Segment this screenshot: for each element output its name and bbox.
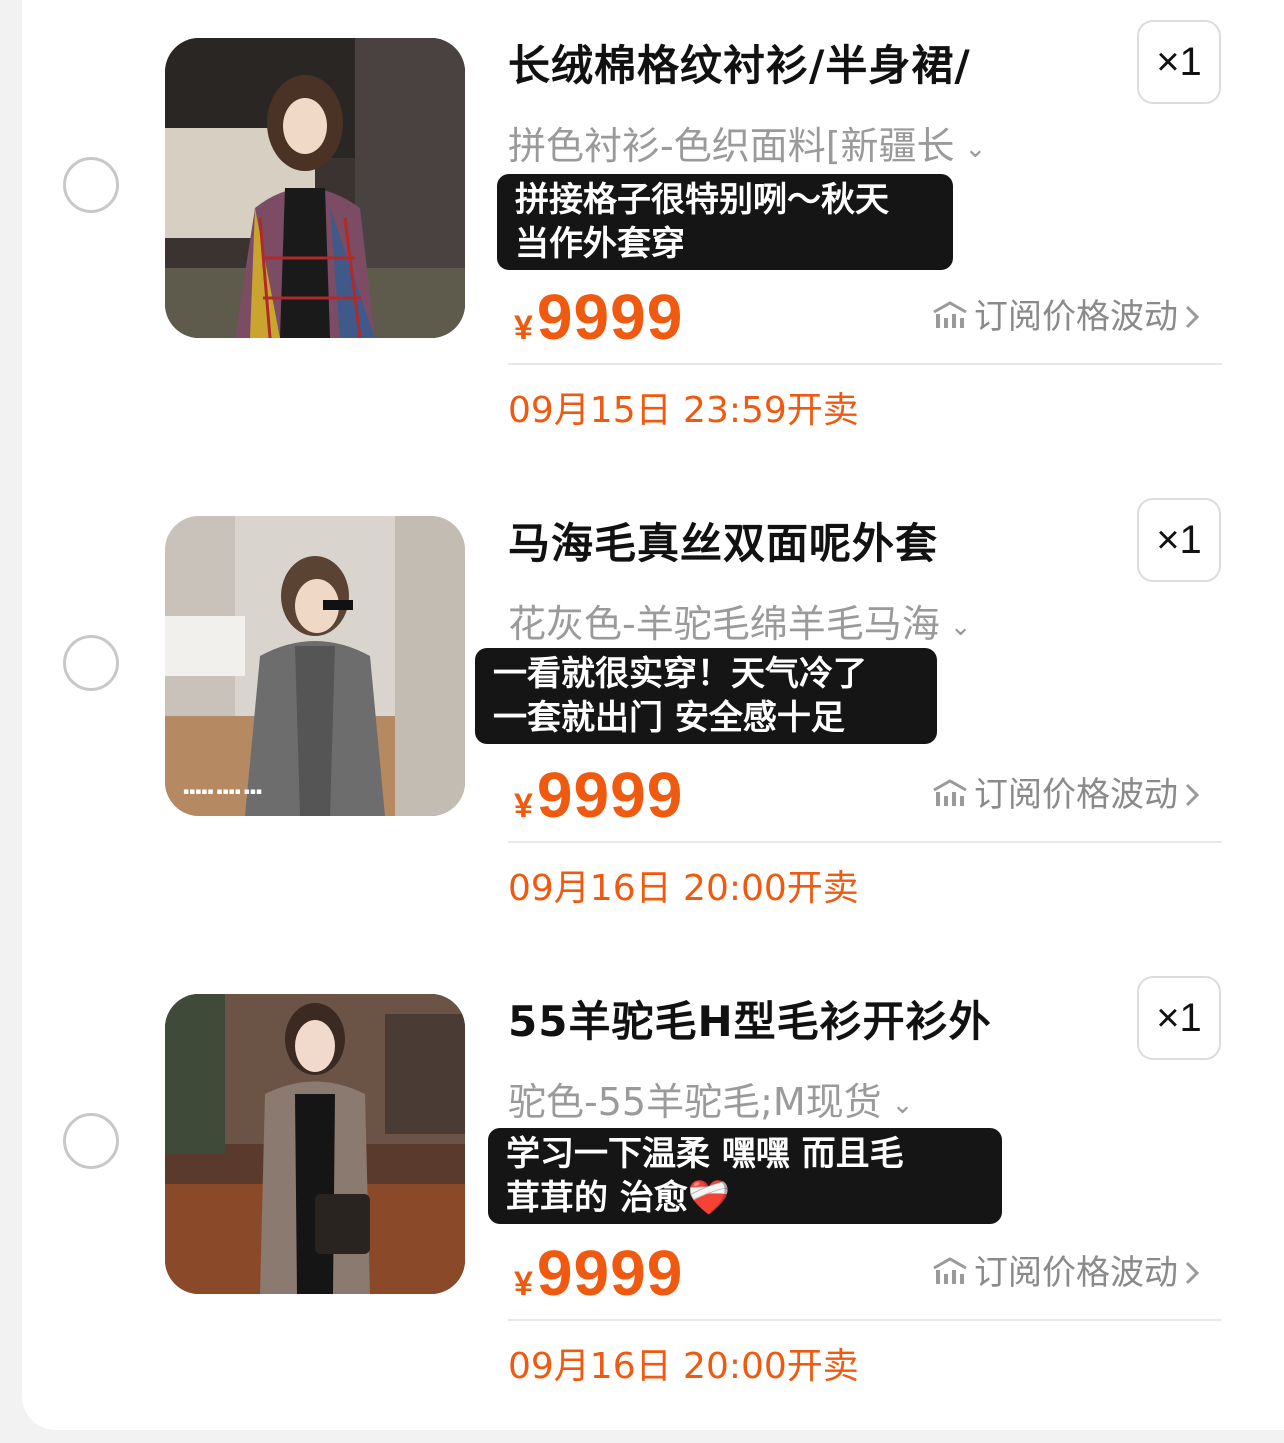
chevron-down-icon: ⌄ — [964, 133, 987, 164]
comment-line: 学习一下温柔 嘿嘿 而且毛 — [506, 1134, 904, 1174]
spec-text: 拼色衬衫-色织面料[新疆长 — [508, 124, 955, 168]
price: ¥9999 — [514, 758, 683, 832]
comment-line: 一看就很实穿！天气冷了 — [493, 654, 867, 694]
spec-text: 花灰色-羊驼毛绵羊毛马海 — [508, 602, 940, 646]
sale-time: 09月16日 20:00开卖 — [508, 868, 859, 909]
select-radio[interactable] — [63, 157, 119, 213]
spec-selector[interactable]: 花灰色-羊驼毛绵羊毛马海 ⌄ — [508, 596, 972, 652]
subscribe-label: 订阅价格波动 — [974, 1253, 1178, 1293]
divider — [508, 1319, 1222, 1321]
subscribe-price-button[interactable]: 订阅价格波动 — [932, 1248, 1200, 1298]
select-radio[interactable] — [63, 635, 119, 691]
quantity-button[interactable]: ×1 — [1137, 20, 1221, 104]
price-value: 9999 — [536, 281, 684, 353]
subscribe-price-button[interactable]: 订阅价格波动 — [932, 292, 1200, 342]
divider — [508, 363, 1222, 365]
currency-symbol: ¥ — [514, 787, 533, 825]
cart-item: 长绒棉格纹衬衫/半身裙/ ×1 拼色衬衫-色织面料[新疆长 ⌄ 拼接格子很特别咧～… — [22, 0, 1284, 478]
comment-line: 茸茸的 治愈❤️‍🩹 — [506, 1178, 731, 1218]
sale-time: 09月15日 23:59开卖 — [508, 390, 859, 431]
product-image[interactable]: ▪▪▪▪▪ ▪▪▪▪ ▪▪▪ — [165, 516, 465, 816]
comment-line: 当作外套穿 — [515, 224, 685, 264]
product-title[interactable]: 长绒棉格纹衬衫/半身裙/ — [508, 38, 1068, 94]
price: ¥9999 — [514, 1236, 683, 1310]
chevron-right-icon — [1184, 772, 1200, 822]
price-value: 9999 — [536, 1237, 684, 1309]
price: ¥9999 — [514, 280, 683, 354]
comment-line: 拼接格子很特别咧～秋天 — [515, 180, 889, 220]
chevron-down-icon: ⌄ — [891, 1089, 914, 1120]
cart-item: 55羊驼毛H型毛衫开衫外 ×1 驼色-55羊驼毛;M现货 ⌄ 学习一下温柔 嘿嘿 … — [22, 956, 1284, 1434]
spec-text: 驼色-55羊驼毛;M现货 — [508, 1080, 882, 1124]
sale-time: 09月16日 20:00开卖 — [508, 1346, 859, 1387]
cart-item: ▪▪▪▪▪ ▪▪▪▪ ▪▪▪ 马海毛真丝双面呢外套 ×1 花灰色-羊驼毛绵羊毛马… — [22, 478, 1284, 956]
select-radio[interactable] — [63, 1113, 119, 1169]
subscribe-price-button[interactable]: 订阅价格波动 — [932, 770, 1200, 820]
comment-bubble: 拼接格子很特别咧～秋天 当作外套穿 — [497, 174, 953, 270]
subscribe-label: 订阅价格波动 — [974, 775, 1178, 815]
spec-selector[interactable]: 驼色-55羊驼毛;M现货 ⌄ — [508, 1074, 913, 1130]
chevron-right-icon — [1184, 294, 1200, 344]
price-value: 9999 — [536, 759, 684, 831]
comment-bubble: 学习一下温柔 嘿嘿 而且毛 茸茸的 治愈❤️‍🩹 — [488, 1128, 1002, 1224]
currency-symbol: ¥ — [514, 1265, 533, 1303]
chevron-down-icon: ⌄ — [949, 611, 972, 642]
chevron-right-icon — [1184, 1250, 1200, 1300]
comment-bubble: 一看就很实穿！天气冷了 一套就出门 安全感十足 — [475, 648, 937, 744]
divider — [508, 841, 1222, 843]
quantity-button[interactable]: ×1 — [1137, 976, 1221, 1060]
price-trend-icon — [932, 772, 968, 822]
cart-list-card: 长绒棉格纹衬衫/半身裙/ ×1 拼色衬衫-色织面料[新疆长 ⌄ 拼接格子很特别咧～… — [22, 0, 1284, 1430]
spec-selector[interactable]: 拼色衬衫-色织面料[新疆长 ⌄ — [508, 118, 986, 174]
product-image[interactable] — [165, 994, 465, 1294]
product-image[interactable] — [165, 38, 465, 338]
currency-symbol: ¥ — [514, 309, 533, 347]
quantity-button[interactable]: ×1 — [1137, 498, 1221, 582]
svg-text:▪▪▪▪▪ ▪▪▪▪ ▪▪▪: ▪▪▪▪▪ ▪▪▪▪ ▪▪▪ — [183, 787, 262, 797]
product-title[interactable]: 马海毛真丝双面呢外套 — [508, 516, 1068, 572]
product-title[interactable]: 55羊驼毛H型毛衫开衫外 — [508, 994, 1068, 1050]
price-trend-icon — [932, 1250, 968, 1300]
comment-line: 一套就出门 安全感十足 — [493, 698, 845, 738]
price-trend-icon — [932, 294, 968, 344]
subscribe-label: 订阅价格波动 — [974, 297, 1178, 337]
